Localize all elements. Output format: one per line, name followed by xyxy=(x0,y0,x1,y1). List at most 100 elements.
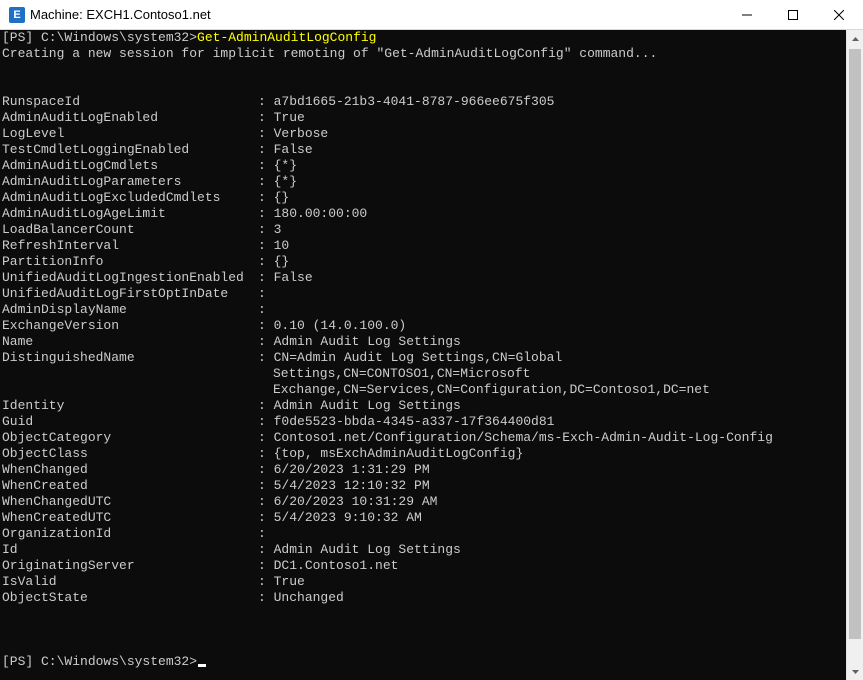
property-name: ObjectCategory xyxy=(2,430,112,445)
property-value: 10 xyxy=(273,238,290,253)
prompt: [PS] C:\Windows\system32> xyxy=(2,30,198,45)
property-line: AdminAuditLogExcludedCmdlets: {} xyxy=(2,190,289,206)
property-separator: : xyxy=(258,318,274,333)
property-value: f0de5523-bbda-4345-a337-17f364400d81 xyxy=(273,414,555,429)
property-separator: : xyxy=(258,478,274,493)
property-name: Name xyxy=(2,334,34,349)
property-line: TestCmdletLoggingEnabled: False xyxy=(2,142,313,158)
property-line: Name: Admin Audit Log Settings xyxy=(2,334,461,350)
property-value: {} xyxy=(273,190,290,205)
property-value: True xyxy=(273,110,305,125)
property-name: Identity xyxy=(2,398,65,413)
property-separator: : xyxy=(258,126,274,141)
property-line: OrganizationId: xyxy=(2,526,274,542)
property-name: WhenChangedUTC xyxy=(2,494,112,509)
property-separator: : xyxy=(258,462,274,477)
property-line: LogLevel: Verbose xyxy=(2,126,328,142)
property-name: RefreshInterval xyxy=(2,238,120,253)
property-line: ObjectCategory: Contoso1.net/Configurati… xyxy=(2,430,773,446)
property-separator: : xyxy=(258,110,274,125)
property-name: PartitionInfo xyxy=(2,254,104,269)
property-separator: : xyxy=(258,350,274,365)
property-line: ExchangeVersion: 0.10 (14.0.100.0) xyxy=(2,318,406,334)
property-name: WhenChanged xyxy=(2,462,88,477)
scroll-down-arrow-icon xyxy=(852,669,859,674)
prompt: [PS] C:\Windows\system32> xyxy=(2,654,198,669)
property-name: Id xyxy=(2,542,18,557)
property-value: Admin Audit Log Settings xyxy=(273,334,461,349)
scroll-up-button[interactable] xyxy=(847,30,863,47)
property-separator: : xyxy=(258,414,274,429)
property-line: PartitionInfo: {} xyxy=(2,254,289,270)
property-value: 180.00:00:00 xyxy=(273,206,368,221)
command-line: [PS] C:\Windows\system32>Get-AdminAuditL… xyxy=(2,30,376,46)
property-line: ObjectClass: {top, msExchAdminAuditLogCo… xyxy=(2,446,523,462)
close-icon xyxy=(834,9,844,20)
property-name: WhenCreatedUTC xyxy=(2,510,112,525)
property-separator: : xyxy=(258,494,274,509)
property-value: DC1.Contoso1.net xyxy=(273,558,399,573)
property-name: OrganizationId xyxy=(2,526,112,541)
property-separator: : xyxy=(258,558,274,573)
property-separator: : xyxy=(258,142,274,157)
minimize-button[interactable] xyxy=(724,0,770,29)
maximize-button[interactable] xyxy=(770,0,816,29)
property-line: UnifiedAuditLogFirstOptInDate: xyxy=(2,286,274,302)
property-name: OriginatingServer xyxy=(2,558,135,573)
title-bar[interactable]: E Machine: EXCH1.Contoso1.net xyxy=(0,0,863,30)
property-name: LoadBalancerCount xyxy=(2,222,135,237)
property-line: DistinguishedName: CN=Admin Audit Log Se… xyxy=(2,350,562,366)
property-name: TestCmdletLoggingEnabled xyxy=(2,142,190,157)
property-separator: : xyxy=(258,574,274,589)
property-separator: : xyxy=(258,510,274,525)
property-value: False xyxy=(273,142,313,157)
property-line: UnifiedAuditLogIngestionEnabled: False xyxy=(2,270,313,286)
property-name: AdminAuditLogEnabled xyxy=(2,110,159,125)
property-value: 5/4/2023 9:10:32 AM xyxy=(273,510,422,525)
console-output[interactable]: [PS] C:\Windows\system32>Get-AdminAuditL… xyxy=(0,30,846,680)
command-text: Get-AdminAuditLogConfig xyxy=(197,30,377,45)
property-value: 3 xyxy=(273,222,282,237)
property-separator: : xyxy=(258,222,274,237)
property-line: WhenChangedUTC: 6/20/2023 10:31:29 AM xyxy=(2,494,437,510)
property-line: AdminAuditLogAgeLimit: 180.00:00:00 xyxy=(2,206,367,222)
current-prompt-line[interactable]: [PS] C:\Windows\system32> xyxy=(2,654,207,670)
property-line: ObjectState: Unchanged xyxy=(2,590,344,606)
property-separator: : xyxy=(258,190,274,205)
scroll-down-button[interactable] xyxy=(847,663,863,680)
property-separator: : xyxy=(258,270,274,285)
property-name: AdminAuditLogExcludedCmdlets xyxy=(2,190,221,205)
property-value: 5/4/2023 12:10:32 PM xyxy=(273,478,430,493)
property-separator: : xyxy=(258,254,274,269)
property-separator: : xyxy=(258,94,274,109)
scrollbar-thumb[interactable] xyxy=(849,49,861,639)
property-separator: : xyxy=(258,286,274,301)
property-line: OriginatingServer: DC1.Contoso1.net xyxy=(2,558,398,574)
property-line: Identity: Admin Audit Log Settings xyxy=(2,398,461,414)
property-name: ObjectClass xyxy=(2,446,88,461)
vertical-scrollbar[interactable] xyxy=(846,30,863,680)
property-value: a7bd1665-21b3-4041-8787-966ee675f305 xyxy=(273,94,555,109)
maximize-icon xyxy=(788,9,798,20)
property-value: {*} xyxy=(273,174,298,189)
property-line: AdminAuditLogCmdlets: {*} xyxy=(2,158,297,174)
status-line: Creating a new session for implicit remo… xyxy=(2,46,658,61)
property-name: AdminAuditLogParameters xyxy=(2,174,182,189)
property-line: WhenCreatedUTC: 5/4/2023 9:10:32 AM xyxy=(2,510,422,526)
property-separator: : xyxy=(258,302,274,317)
property-value: 6/20/2023 10:31:29 AM xyxy=(273,494,438,509)
close-button[interactable] xyxy=(816,0,862,29)
property-name: DistinguishedName xyxy=(2,350,135,365)
property-separator: : xyxy=(258,446,274,461)
property-separator: : xyxy=(258,398,274,413)
property-value-continuation: Exchange,CN=Services,CN=Configuration,DC… xyxy=(273,382,710,397)
window-title: Machine: EXCH1.Contoso1.net xyxy=(30,7,211,22)
property-value: Admin Audit Log Settings xyxy=(273,542,461,557)
property-name: UnifiedAuditLogFirstOptInDate xyxy=(2,286,229,301)
property-separator: : xyxy=(258,174,274,189)
property-line: RunspaceId: a7bd1665-21b3-4041-8787-966e… xyxy=(2,94,554,110)
property-line: IsValid: True xyxy=(2,574,305,590)
property-value: True xyxy=(273,574,305,589)
property-separator: : xyxy=(258,590,274,605)
property-value: Contoso1.net/Configuration/Schema/ms-Exc… xyxy=(273,430,773,445)
